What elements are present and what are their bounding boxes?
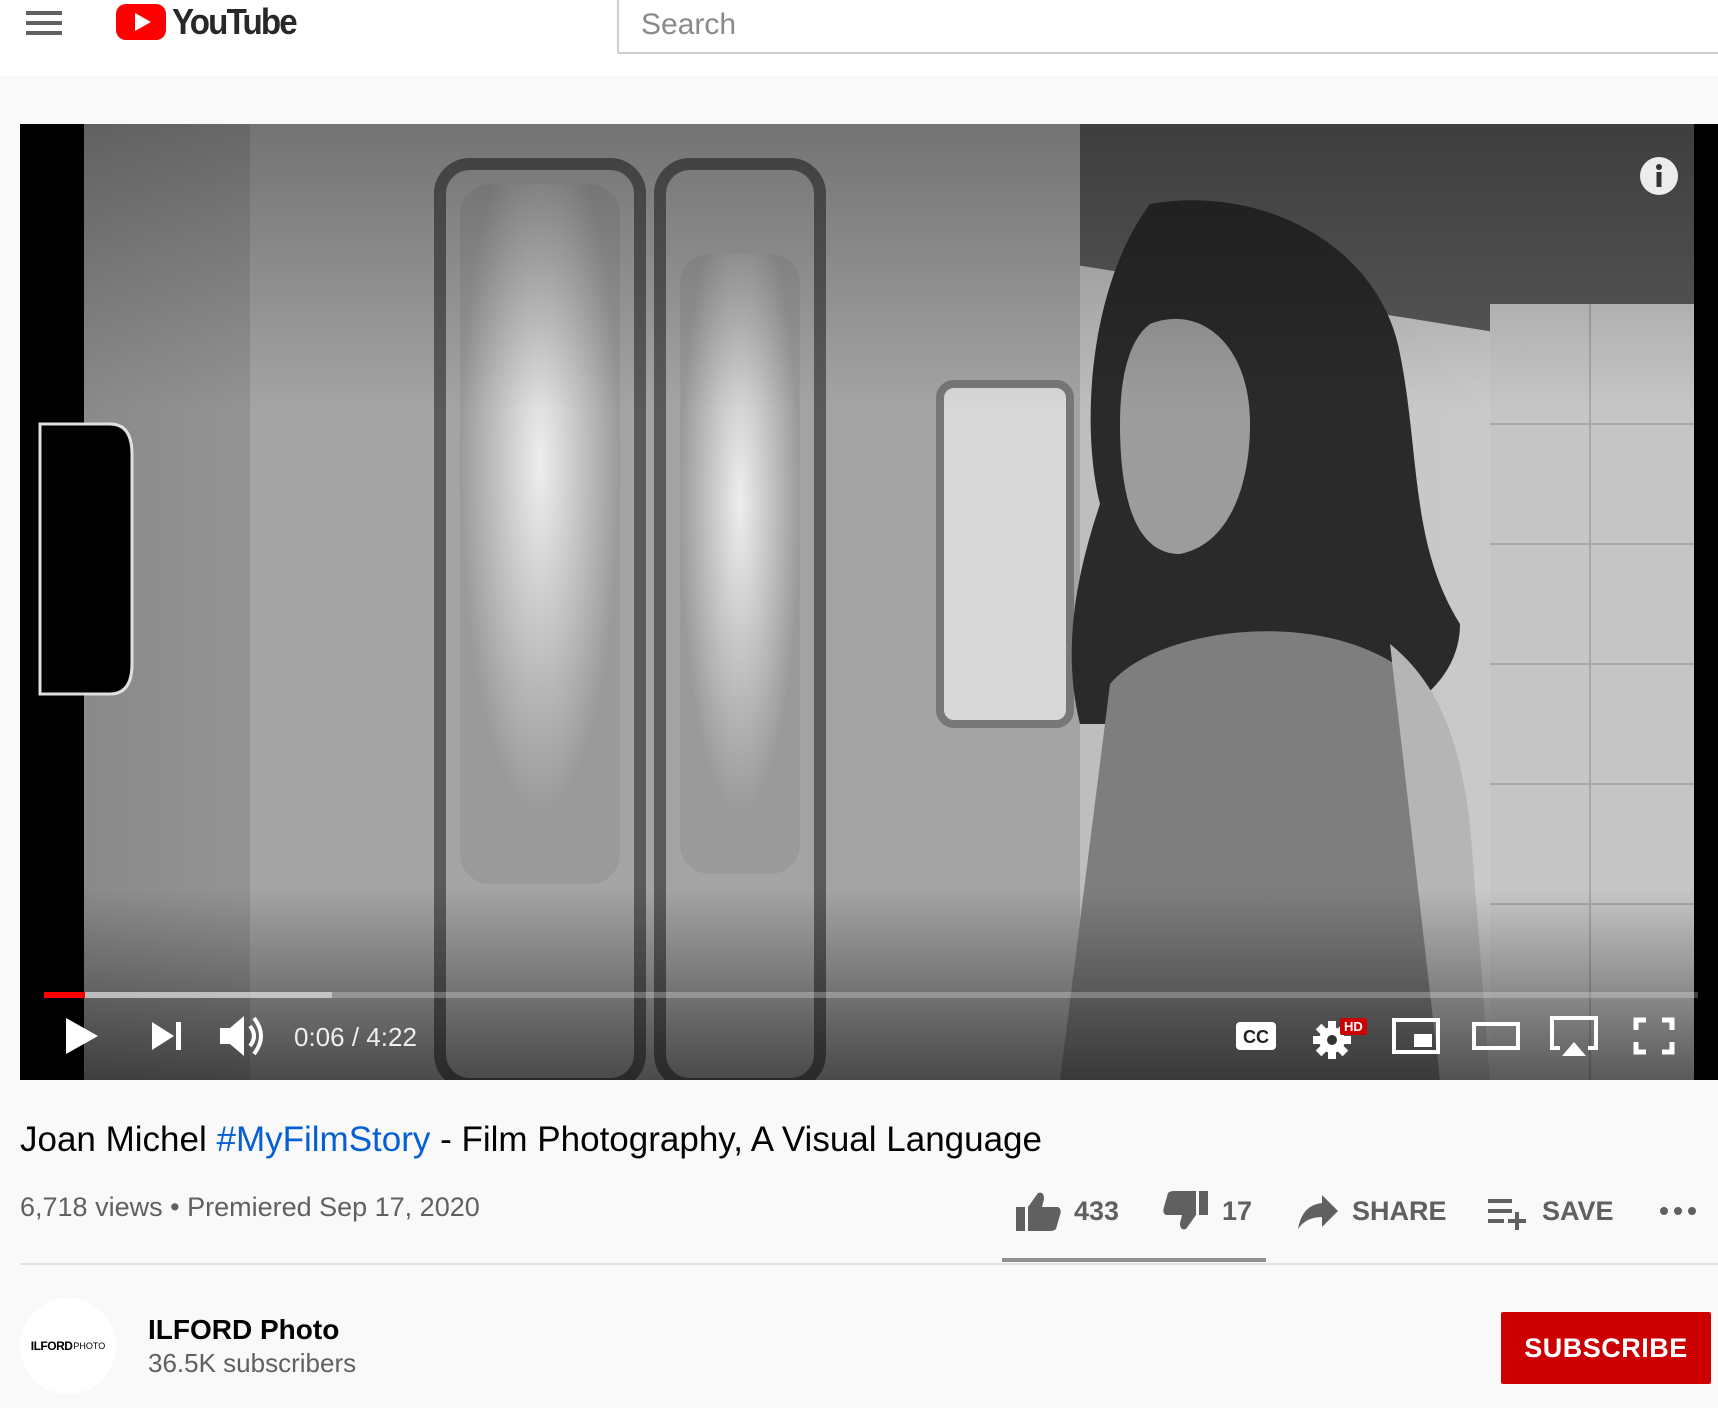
save-button[interactable]: SAVE [1486,1186,1614,1236]
closed-captions-icon[interactable]: CC [1232,1008,1280,1064]
dislike-button[interactable]: 17 [1162,1186,1252,1236]
time-separator: / [351,1022,367,1052]
share-arrow-icon [1298,1195,1338,1229]
premiere-date: Premiered Sep 17, 2020 [187,1192,480,1222]
avatar-logo-subtext: PHOTO [73,1341,106,1351]
title-suffix: - Film Photography, A Visual Language [430,1120,1042,1159]
subscribe-button[interactable]: SUBSCRIBE [1501,1312,1711,1384]
svg-text:CC: CC [1243,1027,1269,1047]
video-meta: 6,718 views • Premiered Sep 17, 2020 [20,1192,480,1223]
airplay-icon[interactable] [1546,1008,1602,1064]
share-button[interactable]: SHARE [1296,1186,1447,1236]
thumbs-down-icon [1163,1191,1208,1230]
buffered-bar [44,992,332,998]
more-actions-button[interactable] [1658,1186,1702,1236]
duration: 4:22 [366,1022,417,1052]
like-count: 433 [1074,1195,1120,1226]
save-label: SAVE [1542,1195,1614,1226]
subscriber-count: 36.5K subscribers [148,1348,357,1378]
avatar-logo-text: ILFORD [30,1339,73,1353]
gear-icon [1313,1021,1351,1059]
like-button[interactable]: 433 [1014,1186,1119,1236]
like-ratio-fill [1002,1258,1256,1262]
section-divider [20,1263,1718,1265]
youtube-logo[interactable]: YouTube [116,0,307,44]
meta-separator: • [162,1192,188,1222]
thumbs-up-icon [1016,1192,1061,1231]
add-to-playlist-icon [1488,1199,1526,1230]
search-input[interactable] [617,0,1718,54]
theater-mode-icon[interactable] [1468,1008,1524,1064]
info-icon[interactable] [1639,156,1679,196]
youtube-play-logo-icon [116,4,166,40]
channel-name[interactable]: ILFORD Photo [148,1314,339,1346]
video-frame-subway-scene [20,124,1718,1080]
hd-badge: HD [1340,1018,1367,1035]
more-horizontal-icon [1660,1207,1696,1215]
current-time: 0:06 [294,1022,345,1052]
played-bar [44,992,86,998]
video-player[interactable]: 0:06 / 4:22 CC HD [20,124,1718,1080]
top-bar: YouTube [0,0,1718,76]
fullscreen-icon[interactable] [1626,1008,1682,1064]
title-prefix: Joan Michel [20,1120,217,1159]
dislike-count: 17 [1222,1195,1253,1226]
video-title: Joan Michel #MyFilmStory - Film Photogra… [20,1120,1042,1160]
volume-icon[interactable] [216,1008,276,1064]
next-icon[interactable] [144,1008,194,1064]
channel-avatar[interactable]: ILFORD PHOTO [20,1298,116,1394]
play-icon[interactable] [60,1008,110,1064]
progress-bar[interactable] [44,992,1698,998]
sentiment-bar [1002,1258,1266,1262]
hamburger-menu-icon[interactable] [22,6,68,42]
settings-button[interactable]: HD [1310,1008,1370,1064]
time-display: 0:06 / 4:22 [294,1022,417,1053]
share-label: SHARE [1352,1195,1447,1226]
miniplayer-icon[interactable] [1388,1008,1444,1064]
view-count: 6,718 views [20,1192,163,1222]
hashtag-link[interactable]: #MyFilmStory [216,1120,430,1159]
youtube-logo-text: YouTube [172,1,298,42]
